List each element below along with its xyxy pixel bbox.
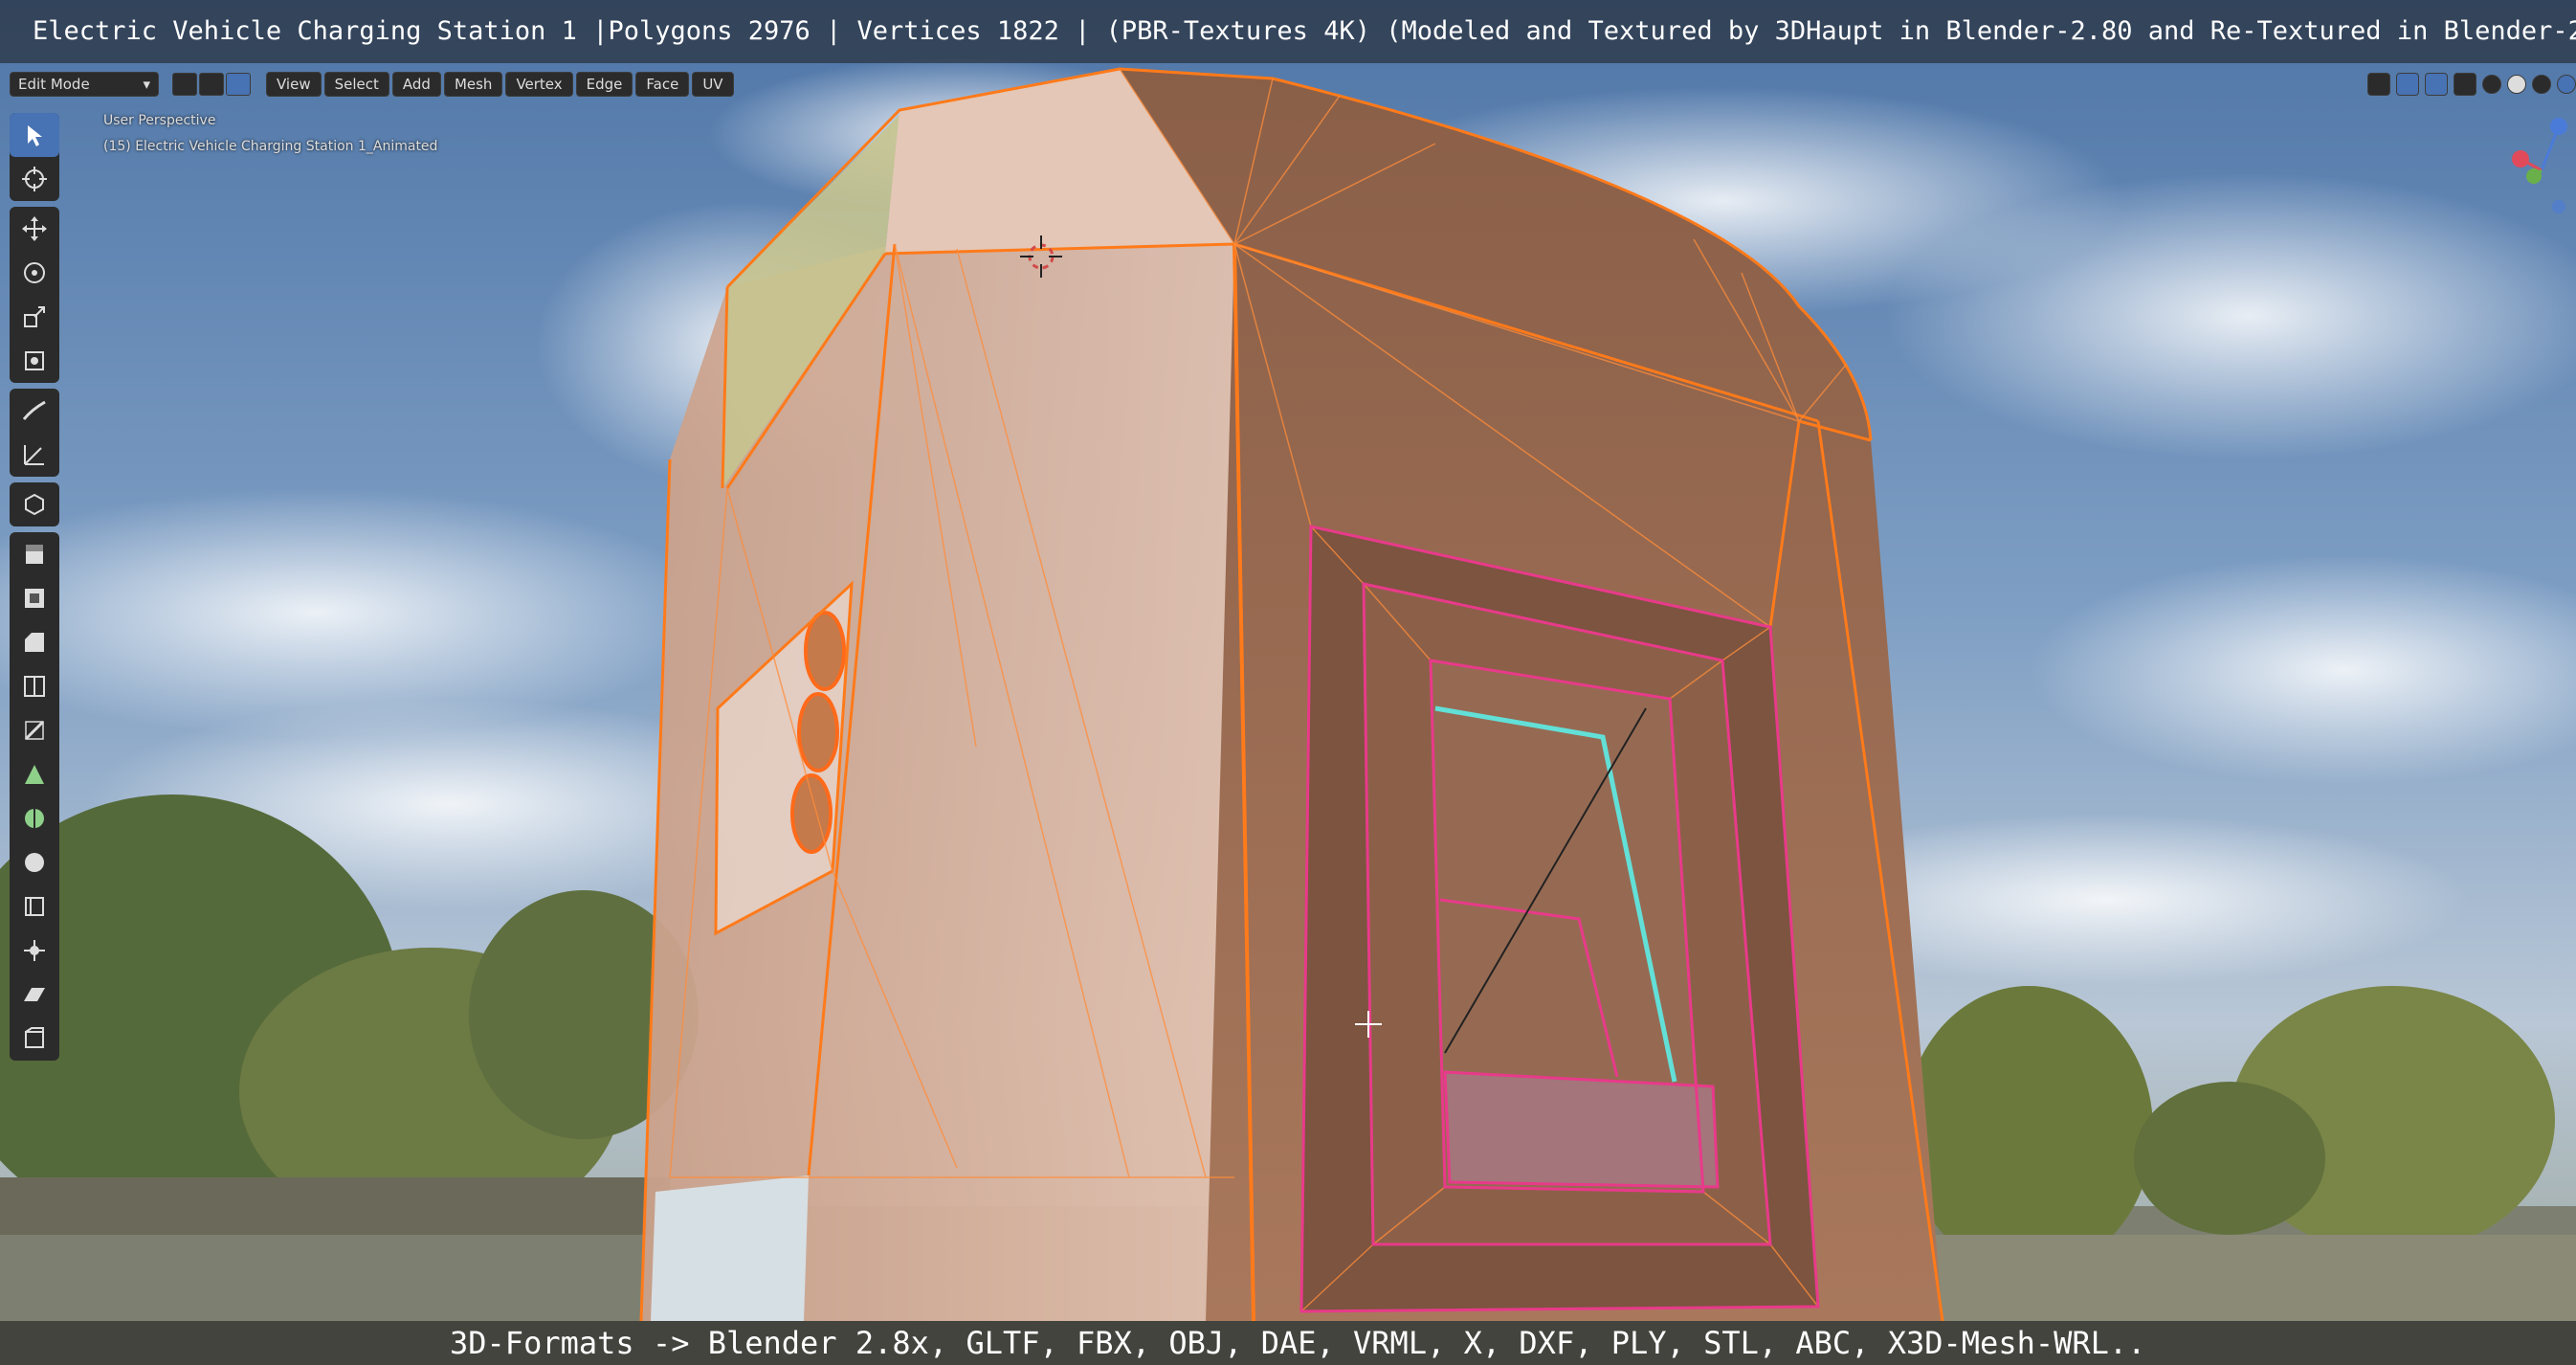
chevron-down-icon: ▾: [143, 76, 150, 93]
shrink-fatten-tool-icon[interactable]: [10, 929, 59, 973]
vertex-select-icon[interactable]: [172, 73, 197, 96]
gizmo-toggle-icon[interactable]: [2396, 73, 2419, 96]
top-caption: Electric Vehicle Charging Station 1 |Pol…: [0, 0, 2576, 63]
bottom-caption: 3D-Formats -> Blender 2.8x, GLTF, FBX, O…: [450, 1325, 2146, 1361]
viewport-shading-bar: [2367, 71, 2576, 98]
rotate-tool-icon[interactable]: [10, 251, 59, 295]
wireframe-shading-icon[interactable]: [2482, 75, 2501, 94]
inset-tool-icon[interactable]: [10, 576, 59, 620]
scale-tool-icon[interactable]: [10, 295, 59, 339]
z-axis-icon[interactable]: [2550, 118, 2567, 135]
rip-tool-icon[interactable]: [10, 1017, 59, 1061]
view-object-types-icon[interactable]: [2367, 73, 2390, 96]
extrude-tool-icon[interactable]: [10, 532, 59, 576]
3d-cursor-icon: [1020, 235, 1062, 278]
menu-view[interactable]: View: [266, 72, 322, 97]
mode-dropdown[interactable]: Edit Mode ▾: [10, 72, 159, 97]
measure-tool-icon[interactable]: [10, 433, 59, 477]
menu-add[interactable]: Add: [391, 72, 441, 97]
menu-uv[interactable]: UV: [692, 72, 734, 97]
xray-toggle-icon[interactable]: [2454, 73, 2476, 96]
header-menu: View Select Add Mesh Vertex Edge Face UV: [266, 72, 734, 97]
spin-tool-icon[interactable]: [10, 796, 59, 840]
menu-mesh[interactable]: Mesh: [443, 72, 503, 97]
crosshair-icon: [1355, 1011, 1382, 1038]
poly-build-tool-icon[interactable]: [10, 752, 59, 796]
tool-shelf: [10, 113, 59, 1061]
face-select-icon[interactable]: [226, 73, 251, 96]
x-axis-icon[interactable]: [2512, 150, 2529, 168]
menu-face[interactable]: Face: [635, 72, 690, 97]
solid-shading-icon[interactable]: [2507, 75, 2526, 94]
menu-select[interactable]: Select: [323, 72, 389, 97]
overlays-toggle-icon[interactable]: [2425, 73, 2448, 96]
y-axis-icon[interactable]: [2526, 168, 2542, 184]
perspective-label: User Perspective: [103, 113, 216, 128]
add-cube-tool-icon[interactable]: [10, 482, 59, 526]
object-label: (15) Electric Vehicle Charging Station 1…: [103, 139, 438, 154]
mode-label: Edit Mode: [18, 76, 90, 93]
transform-tool-icon[interactable]: [10, 339, 59, 383]
menu-vertex[interactable]: Vertex: [505, 72, 573, 97]
material-shading-icon[interactable]: [2532, 75, 2551, 94]
rendered-shading-icon[interactable]: [2557, 75, 2576, 94]
select-mode-group: [172, 73, 251, 96]
knife-tool-icon[interactable]: [10, 708, 59, 752]
navigation-gizmo[interactable]: [2507, 113, 2576, 218]
annotate-tool-icon[interactable]: [10, 389, 59, 433]
shear-tool-icon[interactable]: [10, 973, 59, 1017]
smooth-tool-icon[interactable]: [10, 840, 59, 884]
viewport-header: Edit Mode ▾ View Select Add Mesh Vertex …: [10, 71, 734, 98]
loop-cut-tool-icon[interactable]: [10, 664, 59, 708]
cursor-tool-icon[interactable]: [10, 157, 59, 201]
edge-select-icon[interactable]: [199, 73, 224, 96]
move-tool-icon[interactable]: [10, 207, 59, 251]
bevel-tool-icon[interactable]: [10, 620, 59, 664]
edge-slide-tool-icon[interactable]: [10, 884, 59, 929]
menu-edge[interactable]: Edge: [575, 72, 633, 97]
bottom-caption-bar: 3D-Formats -> Blender 2.8x, GLTF, FBX, O…: [0, 1321, 2576, 1365]
3d-viewport[interactable]: Electric Vehicle Charging Station 1 |Pol…: [0, 0, 2576, 1365]
viewport-scene: [0, 0, 2576, 1365]
select-box-tool-icon[interactable]: [10, 113, 59, 157]
